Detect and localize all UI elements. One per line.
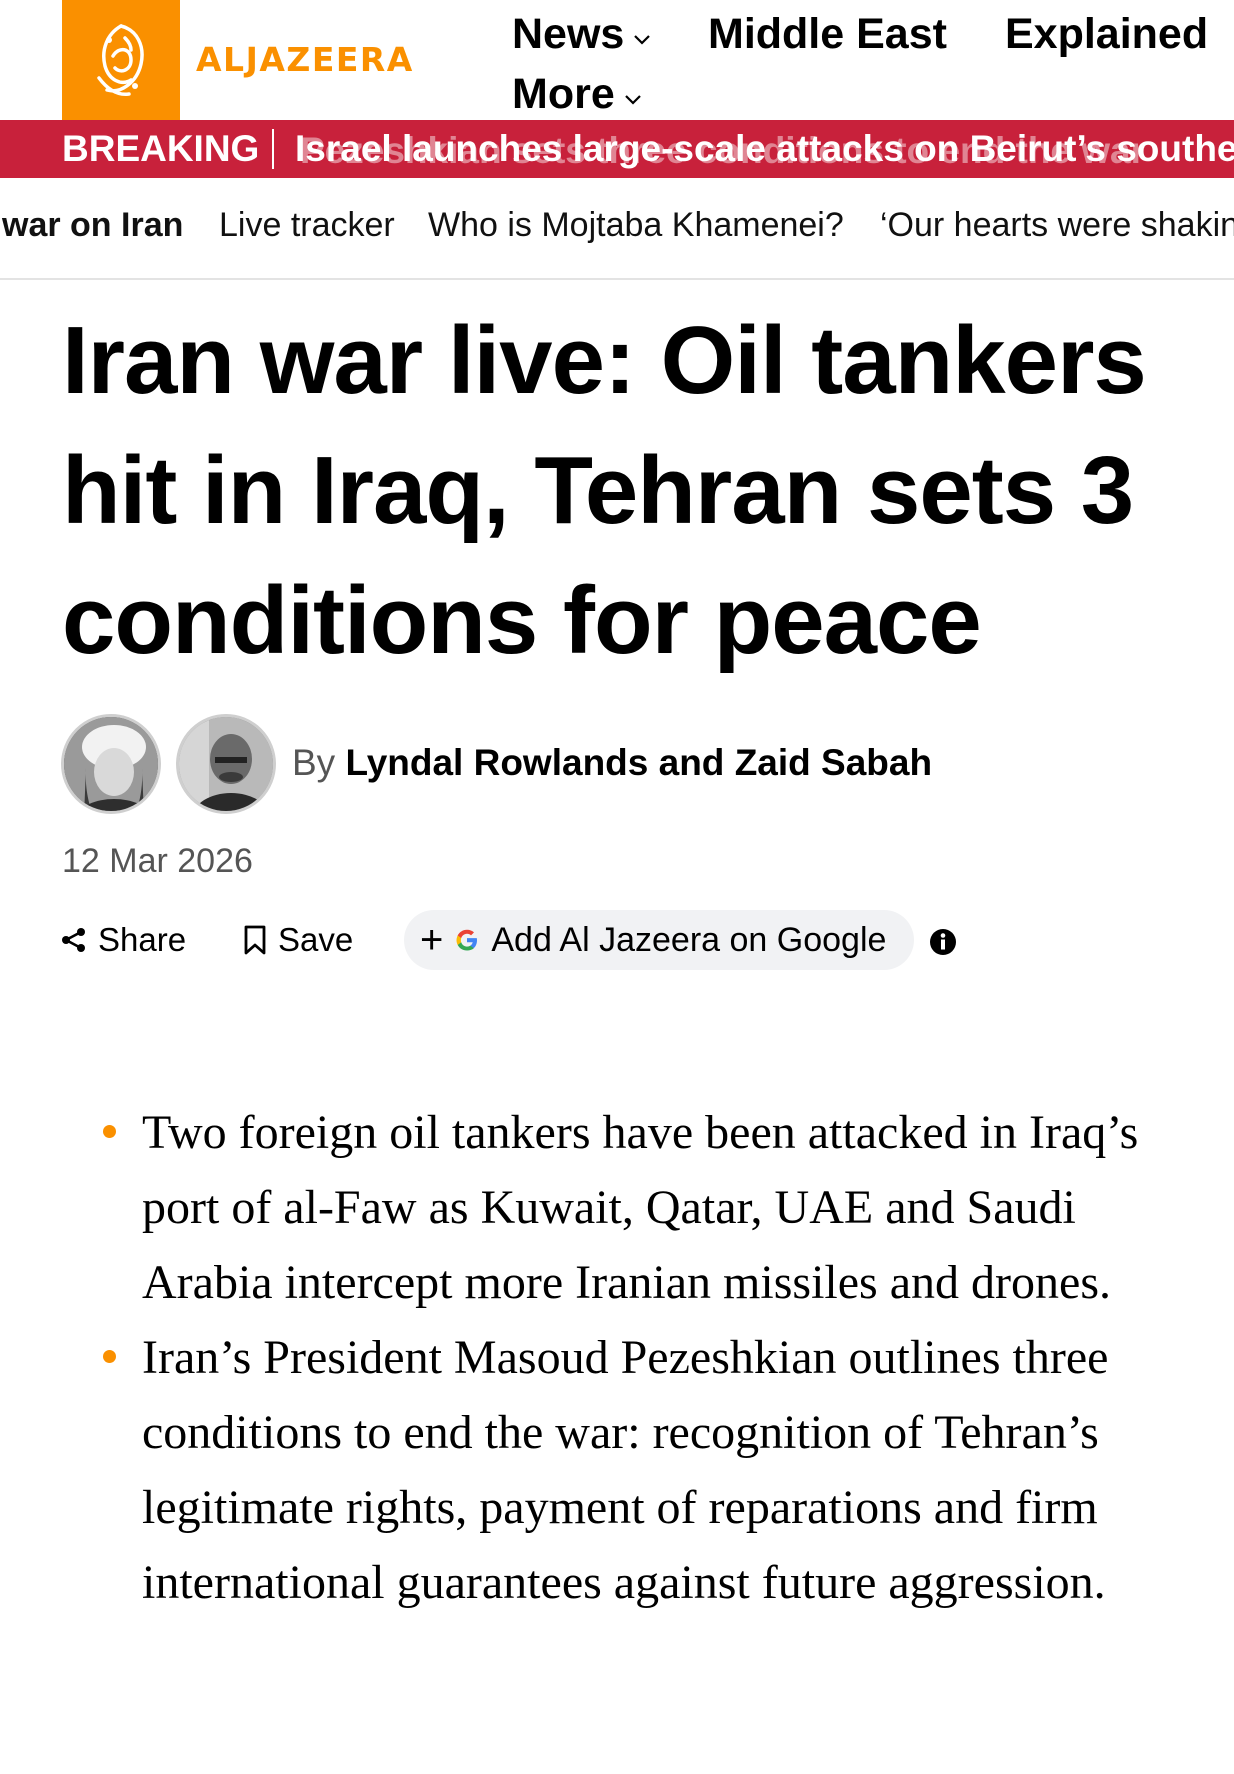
share-icon [62,928,85,952]
topic-live-tracker[interactable]: Live tracker [219,206,395,245]
summary-item: Two foreign oil tankers have been attack… [100,1095,1210,1320]
topic-mojtaba-khamenei[interactable]: Who is Mojtaba Khamenei? [428,206,844,245]
article-byline: By Lyndal Rowlands and Zaid Sabah [292,742,932,784]
google-g-icon [456,929,478,951]
site-header: ALJAZEERA News More Middle East Explaine… [0,0,1234,120]
article-date: 12 Mar 2026 [62,842,253,880]
aljazeera-logo-icon[interactable] [62,0,180,120]
nav-more-label: More [512,70,615,118]
nav-news[interactable]: News [512,10,652,59]
chevron-down-icon [634,34,651,45]
nav-middle-east[interactable]: Middle East [708,10,947,59]
breaking-label: BREAKING [62,128,260,169]
breaking-divider [272,129,274,169]
byline-authors[interactable]: Lyndal Rowlands and Zaid Sabah [345,742,932,783]
topic-our-hearts[interactable]: ‘Our hearts were shaking’ [880,206,1234,245]
info-icon[interactable] [928,927,958,957]
save-button[interactable]: Save [242,918,353,962]
breaking-ticker-text[interactable]: Israel launches large-scale attacks on B… [295,128,1234,170]
save-label: Save [278,921,354,958]
byline-prefix: By [292,742,336,783]
author-avatar-1[interactable] [61,714,161,814]
bullet-dot-icon [103,1350,116,1363]
article-summary-list: Two foreign oil tankers have been attack… [100,1095,1210,1620]
nav-explained[interactable]: Explained [1005,10,1208,59]
bookmark-icon [244,925,266,955]
share-label: Share [98,921,187,958]
bullet-dot-icon [103,1125,116,1138]
author-avatar-2[interactable] [176,714,276,814]
summary-text: Two foreign oil tankers have been attack… [142,1106,1139,1309]
summary-item: Iran’s President Masoud Pezeshkian outli… [100,1320,1210,1620]
topic-strip: war on Iran Live tracker Who is Mojtaba … [0,178,1234,280]
add-on-google-button[interactable]: + Add Al Jazeera on Google [404,910,914,970]
article-headline: Iran war live: Oil tankers hit in Iraq, … [62,307,1147,674]
article-page: ALJAZEERA News More Middle East Explaine… [0,0,1234,1774]
nav-news-label: News [512,10,625,58]
summary-text: Iran’s President Masoud Pezeshkian outli… [142,1331,1109,1609]
topic-war-on-iran[interactable]: war on Iran [2,206,183,245]
logo-wordmark[interactable]: ALJAZEERA [196,40,414,79]
add-on-google-label: Add Al Jazeera on Google [491,920,887,959]
nav-more[interactable]: More [512,70,643,119]
breaking-news-bar[interactable]: BREAKING Pezeshkian sets three condition… [0,120,1234,178]
share-button[interactable]: Share [60,918,186,962]
plus-icon: + [420,918,444,962]
chevron-down-icon [624,94,641,105]
